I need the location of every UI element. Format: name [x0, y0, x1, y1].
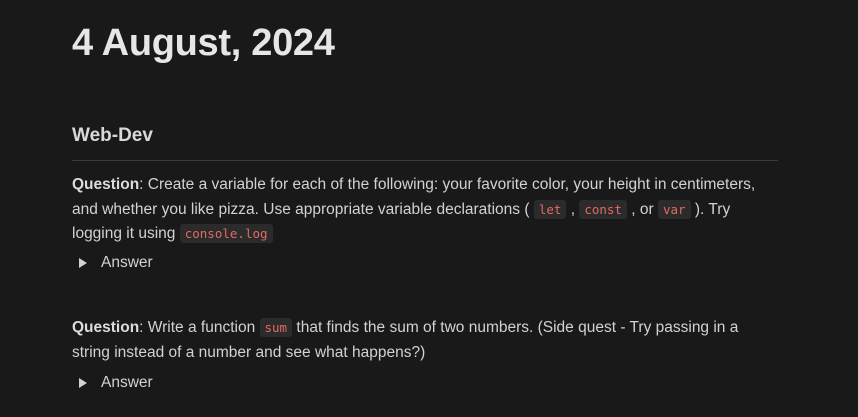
question-label: Question	[72, 176, 140, 193]
question-text: ,	[570, 200, 576, 218]
inline-code-console-log: console.log	[179, 224, 273, 243]
question-block-1: Question: Create a variable for each of …	[72, 173, 778, 247]
inline-code-sum: sum	[259, 318, 293, 337]
page-title: 4 August, 2024	[72, 22, 335, 64]
answer-label: Answer	[101, 374, 153, 391]
triangle-right-icon	[79, 258, 87, 268]
question-text: : Write a function	[139, 319, 256, 336]
inline-code-var: var	[658, 199, 691, 219]
question-label: Question	[72, 319, 140, 336]
inline-code-const: const	[579, 199, 627, 219]
question-block-2: Question: Write a function sum that find…	[72, 316, 778, 365]
triangle-right-icon	[79, 378, 87, 388]
section-divider	[72, 160, 778, 161]
inline-code-let: let	[533, 199, 567, 219]
section-heading: Web-Dev	[72, 125, 153, 146]
answer-label: Answer	[101, 254, 153, 271]
answer-toggle-2[interactable]: Answer	[72, 374, 153, 392]
question-text: , or	[631, 200, 654, 218]
answer-toggle-1[interactable]: Answer	[72, 254, 153, 272]
